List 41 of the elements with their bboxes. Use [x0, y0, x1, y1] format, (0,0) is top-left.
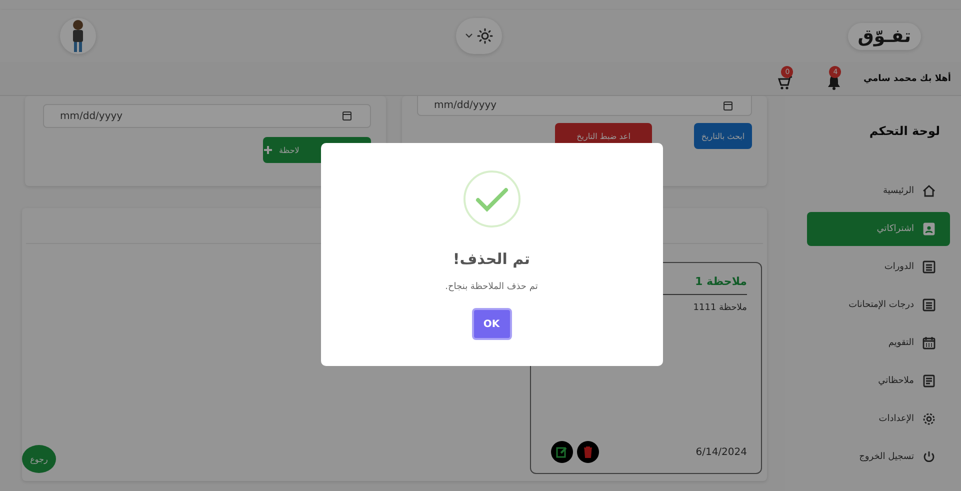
greeting-text: أهلا بك محمد سامي [863, 74, 951, 84]
sidebar-item[interactable]: درجات الإمتحانات [807, 288, 950, 322]
ok-button[interactable]: OK [472, 308, 512, 340]
power-icon [922, 450, 936, 464]
sidebar-item[interactable]: التقويم [807, 326, 950, 360]
note-date: 6/14/2024 [696, 446, 747, 458]
theme-toggle[interactable] [456, 18, 502, 54]
chevron-down-icon [465, 33, 474, 39]
search-by-date-button[interactable]: ابحث بالتاريخ [694, 123, 752, 149]
edit-button[interactable] [551, 441, 573, 463]
list-icon [922, 260, 936, 274]
home-icon [922, 184, 936, 198]
settings-icon [922, 412, 936, 426]
cart-icon [777, 74, 794, 90]
sun-icon [477, 28, 494, 44]
sidebar-item[interactable]: تسجيل الخروج [807, 440, 950, 474]
delete-button[interactable] [577, 441, 599, 463]
list-icon [922, 298, 936, 312]
avatar[interactable] [60, 18, 96, 54]
calendar-icon [723, 100, 733, 110]
date-field[interactable]: mm/dd/yyyy [417, 96, 752, 116]
plus-icon [263, 145, 273, 155]
note-text: ملاحظة 1111 [692, 303, 747, 315]
sidebar-item[interactable]: اشتراكاتي [807, 212, 950, 246]
back-button[interactable]: رجوع [22, 445, 56, 473]
edit-icon [556, 446, 568, 458]
trash-icon [583, 446, 593, 458]
sidebar-item[interactable]: الدورات [807, 250, 950, 284]
calendar-icon [922, 336, 936, 350]
id-badge-icon [922, 222, 936, 236]
sidebar-item[interactable]: ملاحظاتي [807, 364, 950, 398]
dialog-message: تم حذف الملاحظة بنجاح. [445, 282, 538, 292]
document-icon [922, 374, 936, 388]
date-field[interactable]: mm/dd/yyyy [43, 104, 371, 128]
calendar-icon [342, 111, 352, 121]
dialog-title: تم الحذف! [452, 250, 530, 268]
sidebar-item[interactable]: الإعدادات [807, 402, 950, 436]
sidebar-item[interactable]: الرئيسية [807, 174, 950, 208]
checkmark-icon [462, 170, 520, 228]
logo[interactable]: تفـوّق [848, 22, 921, 50]
sidebar-title: لوحة التحكم [868, 124, 941, 138]
